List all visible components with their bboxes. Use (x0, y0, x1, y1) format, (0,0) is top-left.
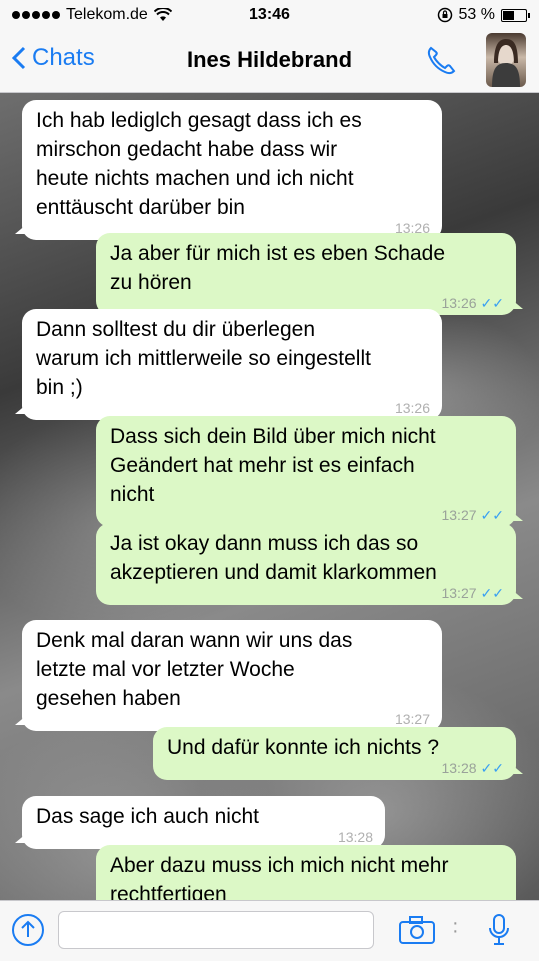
chat-header: Chats Ines Hildebrand (0, 30, 539, 93)
camera-button[interactable] (398, 915, 436, 950)
battery-percent: 53 % (458, 6, 495, 23)
arrow-up-icon (21, 920, 35, 937)
message-text: Ich hab lediglch gesagt dass ich es mirs… (36, 109, 362, 219)
message-input[interactable] (58, 911, 374, 949)
message-time: 13:26 (394, 400, 430, 416)
message-time: 13:27 (394, 711, 430, 727)
message-meta: 13:28 (338, 829, 373, 845)
message-text: Und dafür konnte ich nichts ? (167, 736, 439, 759)
message-outgoing[interactable]: Und dafür konnte ich nichts ? 13:28 ✓✓ (153, 727, 523, 780)
read-receipt-icon: ✓✓ (480, 760, 504, 776)
separator-dots: · · (452, 912, 459, 942)
message-meta: 13:28 ✓✓ (441, 760, 504, 776)
message-text: Dass sich dein Bild über mich nicht Geän… (110, 425, 436, 506)
message-time: 13:26 (441, 295, 477, 311)
message-time: 13:28 (441, 760, 477, 776)
avatar-photo (492, 39, 520, 87)
message-incoming[interactable]: Denk mal daran wann wir uns das letzte m… (15, 620, 442, 731)
message-meta: 13:27 ✓✓ (441, 585, 504, 601)
read-receipt-icon: ✓✓ (480, 507, 504, 523)
message-text: Denk mal daran wann wir uns das letzte m… (36, 629, 353, 710)
phone-icon (427, 46, 456, 75)
camera-icon (399, 916, 435, 944)
message-meta: 13:27 (395, 711, 430, 727)
orientation-lock-icon (437, 7, 452, 23)
message-time: 13:27 (441, 585, 477, 601)
message-time: 13:28 (337, 829, 373, 845)
message-text: Dann solltest du dir überlegen warum ich… (36, 318, 371, 399)
message-meta: 13:26 (395, 400, 430, 416)
message-meta: 13:27 ✓✓ (441, 507, 504, 523)
contact-avatar[interactable] (486, 33, 526, 87)
message-text: Aber dazu muss ich mich nicht mehr recht… (110, 854, 449, 900)
voice-record-button[interactable] (486, 913, 512, 952)
message-incoming[interactable]: Dann solltest du dir überlegen warum ich… (15, 309, 442, 420)
message-time: 13:27 (441, 507, 477, 523)
message-text: Ja ist okay dann muss ich das so akzepti… (110, 532, 437, 584)
message-text: Das sage ich auch nicht (36, 805, 259, 828)
read-receipt-icon: ✓✓ (480, 585, 504, 601)
message-incoming[interactable]: Das sage ich auch nicht 13:28 (15, 796, 385, 849)
battery-icon (501, 8, 530, 22)
message-outgoing[interactable]: Ja ist okay dann muss ich das so akzepti… (96, 523, 523, 605)
chat-background: Ich hab lediglch gesagt dass ich es mirs… (0, 93, 539, 900)
compose-bar: · · (0, 900, 539, 961)
message-incoming[interactable]: Ich hab lediglch gesagt dass ich es mirs… (15, 100, 442, 240)
message-meta: 13:26 ✓✓ (441, 295, 504, 311)
message-outgoing[interactable]: Aber dazu muss ich mich nicht mehr recht… (96, 845, 516, 900)
message-text: Ja aber für mich ist es eben Schade zu h… (110, 242, 446, 294)
message-outgoing[interactable]: Dass sich dein Bild über mich nicht Geän… (96, 416, 523, 527)
battery-group: 53 % (437, 6, 530, 24)
call-button[interactable] (422, 42, 460, 80)
status-bar: Telekom.de 13:46 53 % (0, 0, 539, 30)
read-receipt-icon: ✓✓ (480, 295, 504, 311)
microphone-icon (489, 914, 509, 945)
message-outgoing[interactable]: Ja aber für mich ist es eben Schade zu h… (96, 233, 523, 315)
share-button[interactable] (12, 914, 44, 946)
